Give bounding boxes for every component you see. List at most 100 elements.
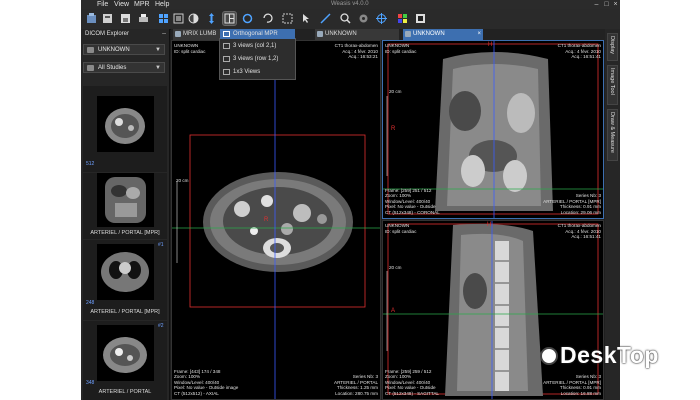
- series-thumbnail[interactable]: ARTERIEL / PORTAL [MPR]: [83, 173, 167, 239]
- cursor-icon[interactable]: [300, 12, 313, 25]
- overlay-top-left: UNKNOWN ID: split cardiac: [174, 43, 206, 54]
- orientation-label-top: H: [488, 42, 493, 48]
- tab-label: UNKNOWN: [325, 31, 357, 37]
- settings-icon[interactable]: [357, 12, 370, 25]
- axial-image: [172, 41, 380, 399]
- study-icon: [87, 65, 94, 71]
- menu-mpr[interactable]: MPR: [134, 0, 150, 9]
- print-icon[interactable]: [137, 12, 150, 25]
- orientation-label-left: A: [391, 308, 396, 314]
- scale-label: 20 cm: [176, 178, 189, 183]
- series-number: #2: [158, 323, 164, 329]
- menu-item-label: 3 views (col 2,1): [233, 43, 277, 49]
- overlay-top-right: CT1 thorax-abdomen Acq.: 4 févr. 2010 Acq.…: [557, 43, 601, 59]
- series-thumbnail[interactable]: 348 #2 ARTERIEL / PORTAL: [83, 321, 167, 400]
- axial-view[interactable]: UNKNOWN ID: split cardiac CT1 thorax-abdo…: [171, 40, 381, 400]
- overlay-bottom-left: Frame: [443] 174 / 348 Zoom: 100% Window/L…: [174, 368, 239, 396]
- overlay-top-left: UNKNOWN ID: split cardiac: [385, 223, 417, 234]
- series-count: 348: [86, 380, 95, 386]
- layout-icon: [223, 31, 230, 37]
- chevron-down-icon: ▼: [155, 47, 161, 53]
- layout-option-1x3[interactable]: 1x3 Views: [220, 66, 295, 78]
- pan-icon[interactable]: [205, 12, 218, 25]
- orientation-label-top: H: [487, 222, 492, 228]
- tab-unknown[interactable]: UNKNOWN: [315, 29, 399, 40]
- overlay-bottom-right: Series Nb: 3 ARTERIEL / PORTAL [MPR] Thick…: [543, 193, 601, 215]
- thumbnail-image: [97, 96, 154, 152]
- watermark-logo-icon: [540, 347, 558, 365]
- watermark-text: DeskTop: [560, 342, 659, 368]
- coronal-view[interactable]: UNKNOWN ID: split cardiac CT1 thorax-abdo…: [382, 40, 604, 219]
- close-tab-icon[interactable]: ×: [477, 29, 481, 40]
- draw-icon[interactable]: [319, 12, 332, 25]
- series-label: ARTERIEL / PORTAL [MPR]: [90, 309, 160, 315]
- rotate-icon[interactable]: [261, 12, 274, 25]
- series-count: 248: [86, 300, 95, 306]
- studies-select[interactable]: All Studies ▼: [83, 62, 165, 73]
- thumbnail-image: [97, 173, 154, 227]
- lut-icon[interactable]: [396, 12, 409, 25]
- layout-icon: [223, 69, 230, 75]
- menu-item-label: Orthogonal MPR: [233, 31, 278, 37]
- grid-icon[interactable]: [157, 12, 170, 25]
- display-icon[interactable]: [414, 12, 427, 25]
- series-label: ARTERIEL / PORTAL: [98, 389, 152, 395]
- series-thumbnail[interactable]: 248 #1 ARTERIEL / PORTAL [MPR]: [83, 240, 167, 320]
- layout-option-col[interactable]: 3 views (col 2,1): [220, 40, 295, 52]
- series-label: ARTERIEL / PORTAL [MPR]: [90, 230, 160, 236]
- series-number: #1: [158, 242, 164, 248]
- menu-item-label: 3 views (row 1,2): [233, 56, 279, 62]
- close-icon[interactable]: ×: [612, 1, 619, 8]
- sync-icon[interactable]: [241, 12, 254, 25]
- dicom-explorer-panel: DICOM Explorer – UNKNOWN ▼ All Studies ▼…: [81, 29, 170, 400]
- import-icon[interactable]: [85, 12, 98, 25]
- layout-menu-selected[interactable]: Orthogonal MPR: [220, 29, 295, 39]
- series-thumbnail[interactable]: 512: [83, 86, 167, 172]
- patient-icon: [87, 47, 94, 53]
- thumbnail-image: [97, 325, 154, 381]
- minimize-icon[interactable]: –: [593, 1, 600, 8]
- layout-icon[interactable]: [222, 11, 237, 26]
- overlay-top-right: CT1 thorax-abdomen Acq.: 4 févr. 2010 Acq.…: [334, 43, 378, 59]
- thumbnail-image: [97, 244, 154, 300]
- measure-icon[interactable]: [281, 12, 294, 25]
- overlay-bottom-left: Frame: [259] 259 / 512 Zoom: 100% Window/L…: [385, 368, 439, 396]
- series-count: 512: [86, 161, 95, 167]
- tile-icon[interactable]: [172, 12, 185, 25]
- zoom-icon[interactable]: [339, 12, 352, 25]
- layout-menu: Orthogonal MPR 3 views (col 2,1) 3 views…: [219, 29, 296, 80]
- overlay-top-left: UNKNOWN ID: split cardiac: [385, 43, 417, 54]
- window-title: Weasis v4.0.0: [331, 1, 369, 7]
- save-icon[interactable]: [119, 12, 132, 25]
- tab-icon: [175, 31, 181, 37]
- layout-icon: [223, 43, 230, 49]
- scale-label: 20 cm: [389, 89, 402, 94]
- close-panel-icon[interactable]: –: [162, 30, 166, 37]
- toolbar: [81, 9, 620, 30]
- tab-label: MRIX LUMB: [183, 31, 217, 37]
- menu-item-label: 1x3 Views: [233, 69, 261, 75]
- tab-label: UNKNOWN: [413, 31, 445, 37]
- orientation-label: R: [264, 217, 269, 223]
- display-panel-tab[interactable]: Display: [607, 33, 618, 61]
- menu-file[interactable]: File: [97, 0, 108, 9]
- maximize-icon[interactable]: □: [603, 1, 610, 8]
- tab-icon: [405, 31, 411, 37]
- tab-icon: [317, 31, 323, 37]
- scale-label: 20 cm: [389, 265, 402, 270]
- studies-select-value: All Studies: [98, 65, 127, 71]
- patient-select[interactable]: UNKNOWN ▼: [83, 44, 165, 55]
- draw-measure-panel-tab[interactable]: Draw & Measure: [607, 109, 618, 161]
- menu-help[interactable]: Help: [155, 0, 169, 9]
- tab-unknown-active[interactable]: UNKNOWN ×: [403, 29, 483, 40]
- menu-view[interactable]: View: [114, 0, 129, 9]
- export-icon[interactable]: [101, 12, 114, 25]
- image-tool-panel-tab[interactable]: Image Tool: [607, 65, 618, 105]
- crosshair-icon[interactable]: [375, 12, 388, 25]
- menu-bar: File View MPR Help Weasis v4.0.0 – □ ×: [81, 0, 620, 9]
- panel-title: DICOM Explorer: [85, 31, 130, 37]
- window-level-icon[interactable]: [187, 12, 200, 25]
- overlay-top-right: CT1 thorax-abdomen Acq.: 4 févr. 2010 Acq.…: [557, 223, 601, 239]
- layout-icon: [223, 56, 230, 62]
- layout-option-row[interactable]: 3 views (row 1,2): [220, 53, 295, 65]
